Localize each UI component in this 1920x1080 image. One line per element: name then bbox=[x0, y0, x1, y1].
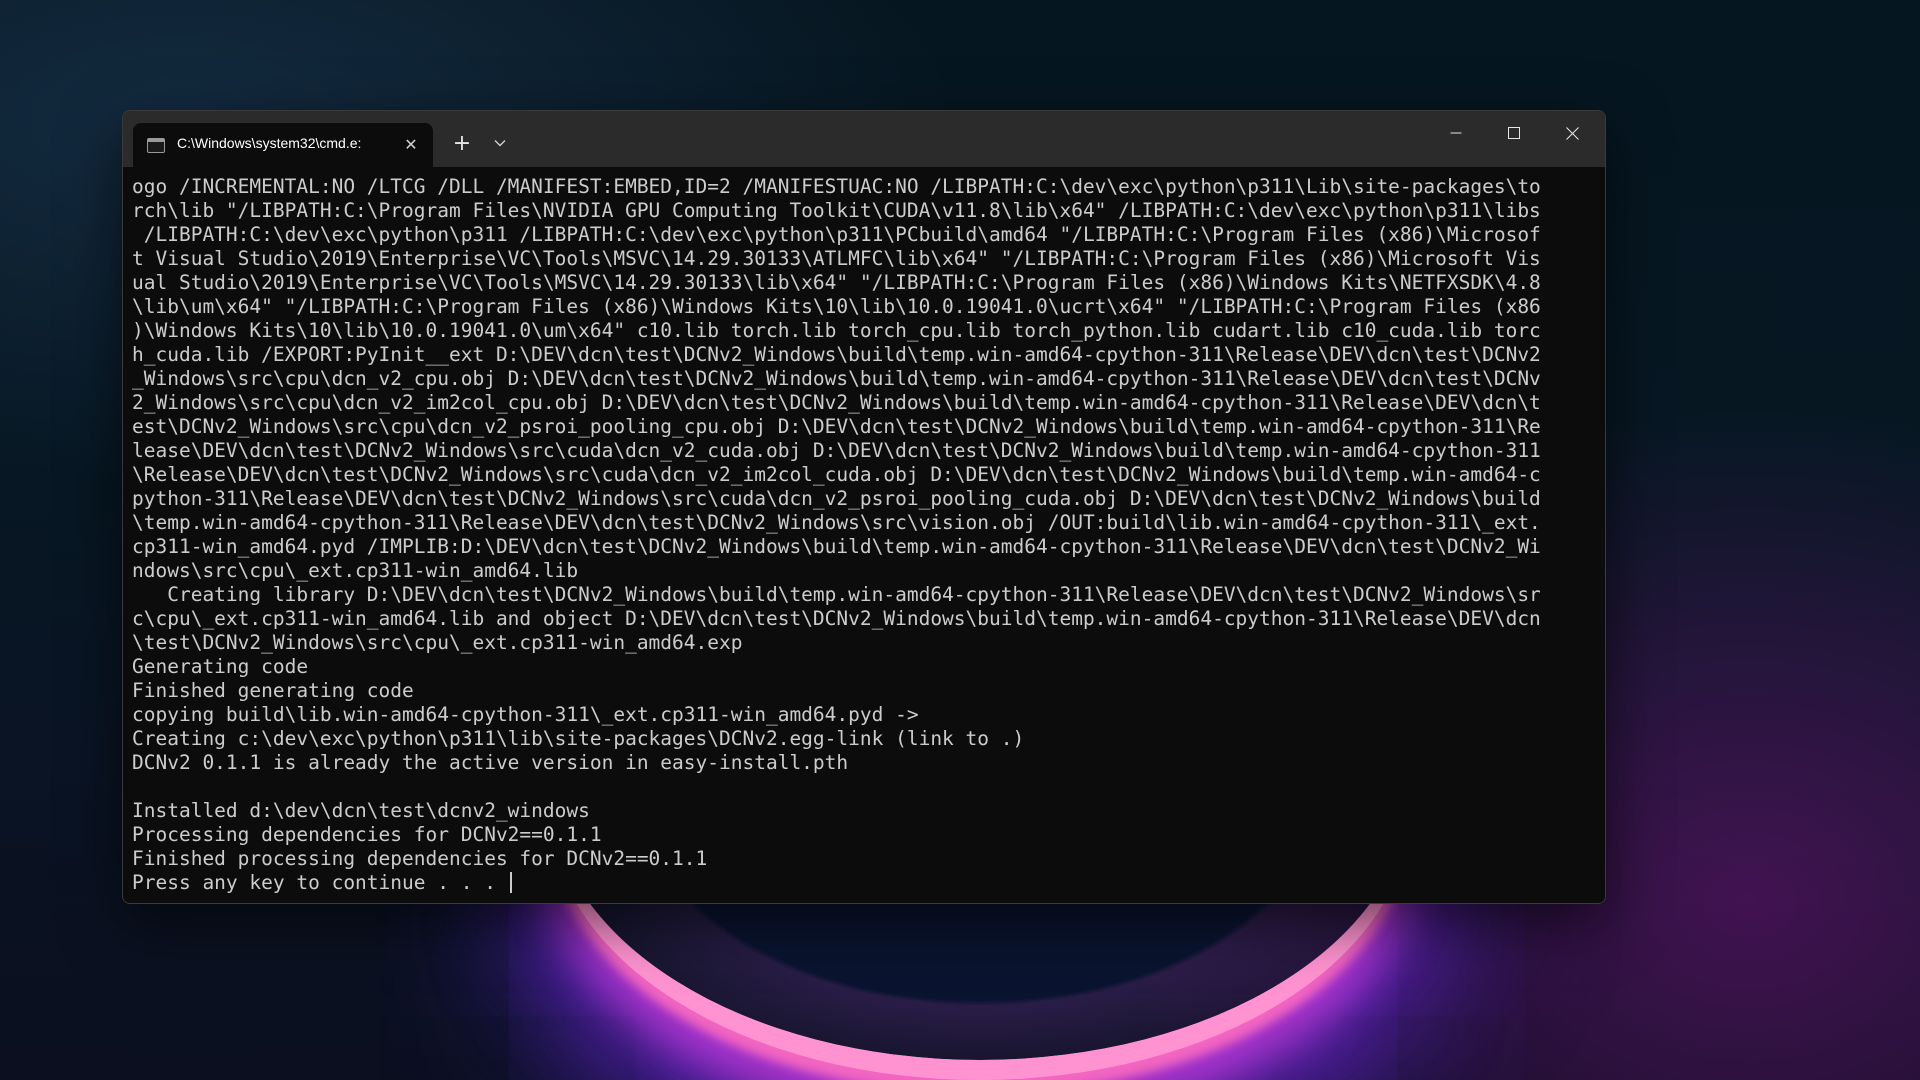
console-prompt-line: Press any key to continue . . . bbox=[132, 871, 1580, 895]
console-line: python-311\Release\DEV\dcn\test\DCNv2_Wi… bbox=[132, 487, 1541, 510]
console-line: Press any key to continue . . . bbox=[132, 871, 508, 894]
console-text: ogo /INCREMENTAL:NO /LTCG /DLL /MANIFEST… bbox=[132, 175, 1580, 895]
console-line: \lib\um\x64" "/LIBPATH:C:\Program Files … bbox=[132, 295, 1541, 318]
close-tab-button[interactable]: ✕ bbox=[397, 131, 425, 159]
console-line: t Visual Studio\2019\Enterprise\VC\Tools… bbox=[132, 247, 1541, 270]
console-line: lease\DEV\dcn\test\DCNv2_Windows\src\cud… bbox=[132, 439, 1541, 462]
chevron-down-icon bbox=[494, 140, 506, 147]
tab-cmd[interactable]: C:\Windows\system32\cmd.e: ✕ bbox=[133, 123, 433, 167]
console-line: Creating library D:\DEV\dcn\test\DCNv2_W… bbox=[132, 583, 1541, 606]
console-line: copying build\lib.win-amd64-cpython-311\… bbox=[132, 703, 919, 726]
tab-dropdown-button[interactable] bbox=[485, 129, 515, 161]
maximize-button[interactable] bbox=[1485, 111, 1543, 155]
console-line: \Release\DEV\dcn\test\DCNv2_Windows\src\… bbox=[132, 463, 1541, 486]
console-line: ndows\src\cpu\_ext.cp311-win_amd64.lib bbox=[132, 559, 579, 582]
close-window-button[interactable] bbox=[1543, 111, 1601, 155]
desktop-wallpaper: C:\Windows\system32\cmd.e: ✕ + ogo /INCR… bbox=[0, 0, 1920, 1080]
console-line: rch\lib "/LIBPATH:C:\Program Files\NVIDI… bbox=[132, 199, 1541, 222]
cmd-terminal-icon bbox=[147, 138, 165, 153]
console-line: Installed d:\dev\dcn\test\dcnv2_windows bbox=[132, 799, 590, 822]
console-line: 2_Windows\src\cpu\dcn_v2_im2col_cpu.obj … bbox=[132, 391, 1541, 414]
console-line: /LIBPATH:C:\dev\exc\python\p311 /LIBPATH… bbox=[132, 223, 1541, 246]
console-line: c\cpu\_ext.cp311-win_amd64.lib and objec… bbox=[132, 607, 1541, 630]
minimize-icon bbox=[1450, 132, 1462, 134]
console-line: DCNv2 0.1.1 is already the active versio… bbox=[132, 751, 849, 774]
console-line: cp311-win_amd64.pyd /IMPLIB:D:\DEV\dcn\t… bbox=[132, 535, 1541, 558]
console-line: Generating code bbox=[132, 655, 309, 678]
console-line: Finished generating code bbox=[132, 679, 414, 702]
console-line: Processing dependencies for DCNv2==0.1.1 bbox=[132, 823, 602, 846]
console-line: h_cuda.lib /EXPORT:PyInit__ext D:\DEV\dc… bbox=[132, 343, 1541, 366]
close-icon bbox=[1565, 126, 1579, 140]
minimize-button[interactable] bbox=[1427, 111, 1485, 155]
console-output[interactable]: ogo /INCREMENTAL:NO /LTCG /DLL /MANIFEST… bbox=[123, 167, 1605, 903]
console-line: \temp.win-amd64-cpython-311\Release\DEV\… bbox=[132, 511, 1541, 534]
scrollbar[interactable] bbox=[1593, 167, 1599, 903]
console-line: )\Windows Kits\10\lib\10.0.19041.0\um\x6… bbox=[132, 319, 1541, 342]
console-line: est\DCNv2_Windows\src\cpu\dcn_v2_psroi_p… bbox=[132, 415, 1541, 438]
tab-title: C:\Windows\system32\cmd.e: bbox=[177, 135, 362, 151]
new-tab-button[interactable]: + bbox=[445, 129, 479, 161]
console-line: ogo /INCREMENTAL:NO /LTCG /DLL /MANIFEST… bbox=[132, 175, 1541, 198]
text-cursor bbox=[509, 872, 512, 893]
console-line: \test\DCNv2_Windows\src\cpu\_ext.cp311-w… bbox=[132, 631, 743, 654]
console-line: _Windows\src\cpu\dcn_v2_cpu.obj D:\DEV\d… bbox=[132, 367, 1541, 390]
console-line: Finished processing dependencies for DCN… bbox=[132, 847, 708, 870]
window-controls bbox=[1425, 111, 1605, 155]
console-line: Creating c:\dev\exc\python\p311\lib\site… bbox=[132, 727, 1025, 750]
terminal-window[interactable]: C:\Windows\system32\cmd.e: ✕ + ogo /INCR… bbox=[122, 110, 1606, 904]
title-bar[interactable]: C:\Windows\system32\cmd.e: ✕ + bbox=[123, 111, 1605, 167]
console-line: ual Studio\2019\Enterprise\VC\Tools\MSVC… bbox=[132, 271, 1541, 294]
maximize-icon bbox=[1508, 127, 1520, 139]
